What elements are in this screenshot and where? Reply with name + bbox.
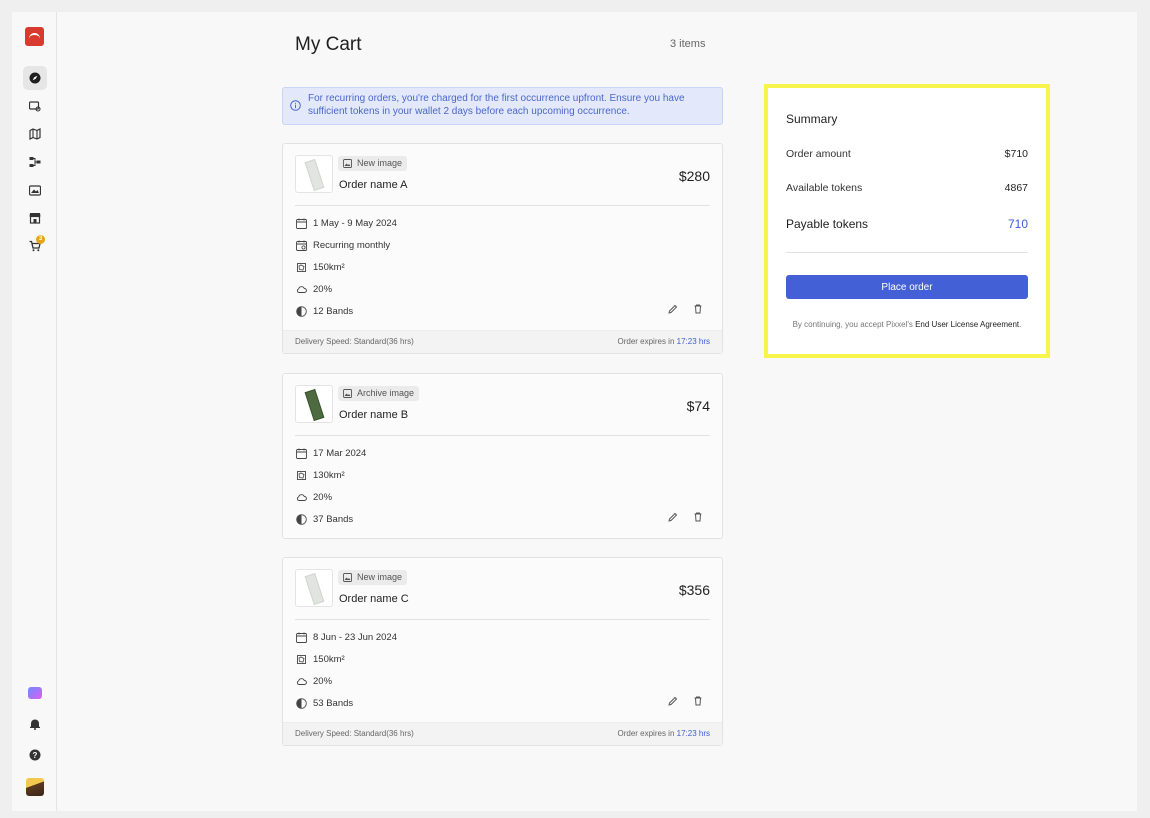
apps-icon[interactable] (28, 687, 42, 699)
place-order-button[interactable]: Place order (786, 275, 1028, 299)
edit-icon[interactable] (667, 511, 679, 523)
order-recurrence-row: Recurring monthly (296, 239, 390, 253)
calendar-icon (296, 632, 307, 643)
order-footer: Delivery Speed: Standard(36 hrs) Order e… (283, 330, 722, 353)
expiry-time: 17:23 hrs (676, 729, 710, 738)
delivery-speed-label: Delivery Speed: (295, 337, 352, 346)
explore-icon[interactable] (23, 66, 47, 90)
bell-icon[interactable] (23, 712, 47, 736)
order-area-row: 150km² (296, 261, 345, 275)
order-amount-row: Order amount $710 (786, 148, 1028, 160)
summary-divider (786, 252, 1028, 253)
order-name: Order name C (339, 593, 409, 605)
edit-icon[interactable] (667, 695, 679, 707)
store-icon[interactable] (23, 206, 47, 230)
calendar-icon (296, 448, 307, 459)
order-bands-row: 12 Bands (296, 305, 353, 319)
order-amount-value: $710 (1004, 148, 1028, 160)
legal-notice: By continuing, you accept Pixxel's End U… (792, 320, 1022, 329)
order-name: Order name A (339, 179, 408, 191)
info-banner-text: For recurring orders, you're charged for… (308, 93, 685, 117)
payable-tokens-row: Payable tokens 710 (786, 217, 1028, 231)
order-date-row: 1 May - 9 May 2024 (296, 217, 397, 231)
delete-icon[interactable] (692, 695, 704, 707)
order-cloud-row: 20% (296, 491, 332, 505)
info-icon (290, 100, 301, 111)
cloud-icon (296, 678, 307, 685)
app-logo[interactable] (25, 27, 44, 46)
order-thumbnail[interactable] (295, 155, 333, 193)
order-price: $74 (686, 398, 710, 414)
map-icon[interactable] (23, 122, 47, 146)
expiry-time: 17:23 hrs (676, 337, 710, 346)
order-footer: Delivery Speed: Standard(36 hrs) Order e… (283, 722, 722, 745)
user-avatar[interactable] (26, 778, 44, 796)
order-name: Order name B (339, 409, 409, 421)
order-price: $356 (678, 582, 710, 598)
image-type-tag: New image (338, 156, 408, 171)
order-date-row: 17 Mar 2024 (296, 447, 366, 461)
cloud-icon (296, 494, 307, 501)
calendar-icon (296, 218, 307, 229)
page-title: My Cart (295, 34, 362, 55)
delivery-speed-label: Delivery Speed: (295, 729, 352, 738)
payable-tokens-value: 710 (1007, 217, 1028, 231)
cart-badge: 3 (36, 235, 45, 244)
cloud-icon (296, 286, 307, 293)
image-icon (343, 573, 352, 582)
order-expiry: Order expires in 17:23 hrs (617, 729, 710, 738)
eula-link[interactable]: End User License Agreement (915, 320, 1019, 329)
order-cloud-row: 20% (296, 675, 332, 689)
card-divider (295, 435, 710, 436)
order-card-c: New image Order name C $356 8 Jun - 23 J… (282, 557, 723, 746)
bands-icon (296, 306, 307, 317)
delete-icon[interactable] (692, 511, 704, 523)
help-icon[interactable]: ? (23, 743, 47, 767)
order-expiry: Order expires in 17:23 hrs (617, 337, 710, 346)
available-tokens-value: 4867 (1004, 182, 1028, 194)
card-divider (295, 205, 710, 206)
recurring-info-banner: For recurring orders, you're charged for… (282, 87, 723, 125)
order-price: $280 (678, 168, 710, 184)
order-cloud-row: 20% (296, 283, 332, 297)
archive-icon[interactable] (23, 178, 47, 202)
order-bands-row: 37 Bands (296, 513, 353, 527)
delivery-speed-value: Standard(36 hrs) (353, 729, 414, 738)
summary-title: Summary (786, 112, 838, 126)
available-tokens-row: Available tokens 4867 (786, 182, 1028, 194)
cart-icon[interactable]: 3 (23, 234, 47, 258)
summary-panel: Summary Order amount $710 Available toke… (764, 84, 1050, 358)
card-divider (295, 619, 710, 620)
sidebar: 3 ? (12, 12, 57, 811)
svg-text:?: ? (33, 751, 38, 760)
area-icon (297, 471, 306, 480)
image-type-tag: Archive image (338, 386, 420, 401)
order-thumbnail[interactable] (295, 569, 333, 607)
delivery-speed-value: Standard(36 hrs) (353, 337, 414, 346)
app-frame: 3 ? My Cart 3 items For recurring orders… (12, 12, 1137, 811)
image-icon (343, 389, 352, 398)
delete-icon[interactable] (692, 303, 704, 315)
image-search-icon[interactable] (23, 94, 47, 118)
bands-icon (296, 514, 307, 525)
area-icon (297, 655, 306, 664)
order-card-b: Archive image Order name B $74 17 Mar 20… (282, 373, 723, 539)
order-thumbnail[interactable] (295, 385, 333, 423)
workflow-icon[interactable] (23, 150, 47, 174)
order-area-row: 150km² (296, 653, 345, 667)
bands-icon (296, 698, 307, 709)
items-count: 3 items (670, 38, 706, 50)
area-icon (297, 263, 306, 272)
edit-icon[interactable] (667, 303, 679, 315)
image-icon (343, 159, 352, 168)
recurring-calendar-icon (296, 240, 307, 251)
order-card-a: New image Order name A $280 1 May - 9 Ma… (282, 143, 723, 354)
order-date-row: 8 Jun - 23 Jun 2024 (296, 631, 397, 645)
image-type-tag: New image (338, 570, 408, 585)
order-area-row: 130km² (296, 469, 345, 483)
order-bands-row: 53 Bands (296, 697, 353, 711)
